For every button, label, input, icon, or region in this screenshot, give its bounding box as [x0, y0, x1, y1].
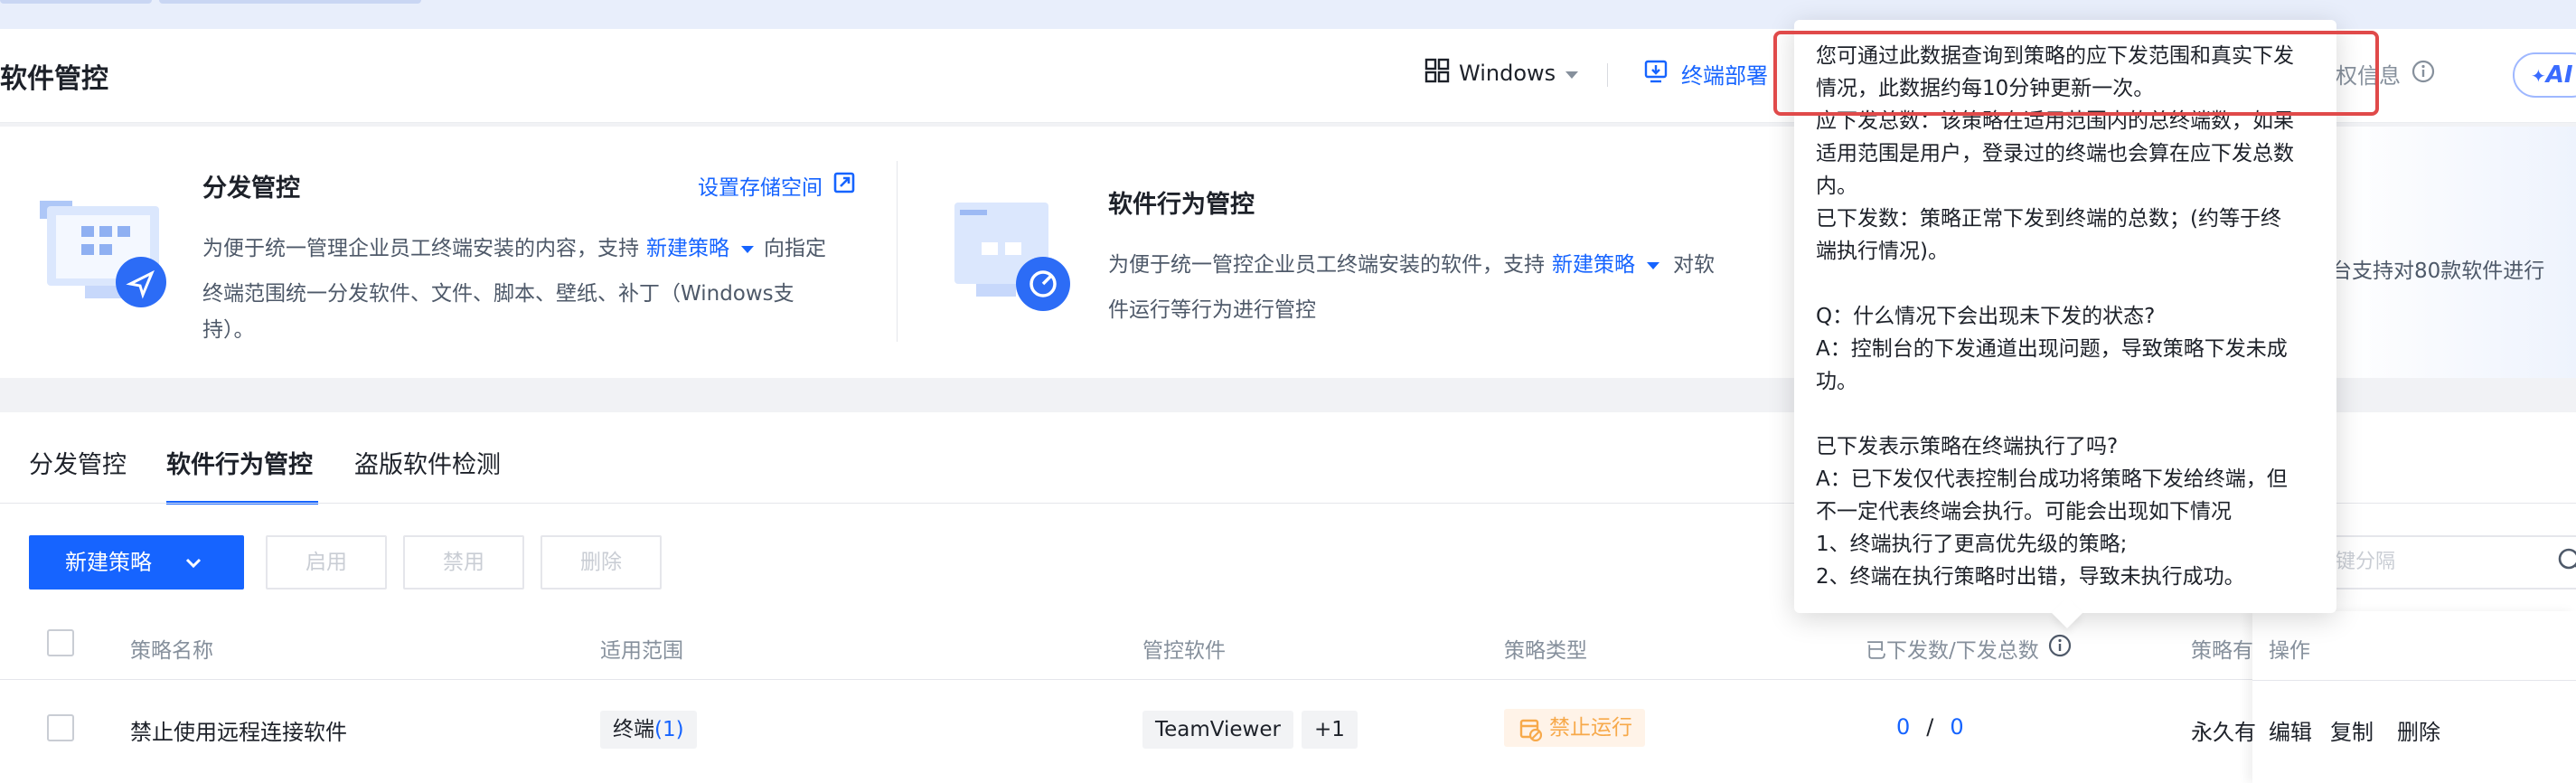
- ai-assistant-button[interactable]: ✦AI: [2513, 52, 2576, 98]
- block-run-icon: [1518, 716, 1543, 754]
- enable-button[interactable]: 启用: [266, 535, 387, 590]
- caret-down-icon: [1565, 61, 1579, 86]
- top-tab-hint: [0, 0, 152, 4]
- ai-label: AI: [2545, 61, 2573, 89]
- th-actions: 操作: [2269, 639, 2310, 663]
- os-select-label: Windows: [1459, 61, 1556, 86]
- tooltip-line: 内。: [1816, 175, 1857, 198]
- tooltip-line: 端执行情况)。: [1816, 240, 1949, 263]
- new-policy-label: 新建策略: [65, 550, 152, 575]
- behavior-desc-line2: 件运行等行为进行管控: [1108, 298, 1316, 322]
- sent-count[interactable]: 0: [1896, 714, 1910, 740]
- storage-settings-label: 设置存储空间: [698, 176, 823, 200]
- row-checkbox[interactable]: [47, 714, 74, 741]
- th-validity: 策略有: [2191, 639, 2253, 663]
- tooltip-line: A：控制台的下发通道出现问题，导致策略下发未成: [1816, 337, 2288, 361]
- caret-down-icon: [740, 226, 755, 271]
- tab-piracy-detection[interactable]: 盗版软件检测: [354, 445, 501, 480]
- header-divider: [1607, 63, 1608, 87]
- scope-tag: 终端(1): [600, 711, 697, 749]
- tooltip-line: 2、终端在执行策略时出错，导致未执行成功。: [1816, 565, 2245, 589]
- page-title: 软件管控: [0, 63, 108, 95]
- partial-card: [2337, 127, 2576, 378]
- behavior-card-desc: 为便于统一管控企业员工终端安装的软件，支持 新建策略 对软 件运行等行为进行管控: [1108, 242, 1759, 333]
- highlight-box: [1773, 31, 2379, 116]
- th-policy-type: 策略类型: [1504, 639, 1587, 663]
- policy-type-badge: 禁止运行: [1504, 709, 1645, 747]
- info-icon[interactable]: [2048, 634, 2072, 663]
- software-more-tag[interactable]: +1: [1302, 711, 1358, 749]
- behavior-card-title: 软件行为管控: [1108, 191, 1255, 219]
- tooltip-line: 已下发表示策略在终端执行了吗?: [1816, 435, 2119, 458]
- partial-card-text: 平台支持对80款软件进行: [2310, 259, 2545, 283]
- sent-separator: /: [1926, 714, 1934, 740]
- distribution-desc-text: 为便于统一管理企业员工终端安装的内容，支持: [202, 237, 639, 260]
- behavior-illustration-icon: [949, 197, 1085, 315]
- scope-label: 终端: [613, 718, 654, 741]
- distribution-new-policy-link[interactable]: 新建策略: [646, 226, 729, 271]
- tooltip-line: A：已下发仅代表控制台成功将策略下发给终端，但: [1816, 467, 2288, 491]
- th-policy-name: 策略名称: [130, 639, 213, 663]
- delete-button[interactable]: 删除: [541, 535, 662, 590]
- edit-link[interactable]: 编辑: [2269, 714, 2312, 746]
- external-link-icon: [833, 172, 855, 199]
- terminal-deploy-label: 终端部署: [1681, 63, 1768, 89]
- behavior-new-policy-link[interactable]: 新建策略: [1552, 242, 1635, 288]
- th-sent-count: 已下发数/下发总数: [1866, 633, 2072, 664]
- policy-type-label: 禁止运行: [1549, 716, 1632, 740]
- top-tab-hint: [159, 0, 421, 4]
- distribution-desc-line3: 持）。: [202, 318, 255, 342]
- distribution-card-title: 分发管控: [202, 175, 300, 203]
- scope-count[interactable]: (1): [654, 718, 684, 741]
- th-software: 管控软件: [1142, 639, 1226, 663]
- tooltip-spacer: [1816, 398, 2318, 430]
- policy-name: 禁止使用远程连接软件: [130, 720, 347, 745]
- storage-settings-link[interactable]: 设置存储空间: [698, 170, 855, 201]
- tab-distribution[interactable]: 分发管控: [29, 445, 127, 480]
- tooltip-line: 1、终端执行了更高优先级的策略;: [1816, 533, 2128, 556]
- search-placeholder: 键分隔: [2336, 551, 2396, 573]
- card-divider: [897, 161, 898, 342]
- new-policy-button[interactable]: 新建策略: [29, 535, 244, 590]
- distribution-illustration-icon: [34, 195, 170, 313]
- sent-count-cell: 0 / 0: [1896, 714, 1964, 740]
- os-select[interactable]: Windows: [1424, 58, 1579, 89]
- tooltip-line: 功。: [1816, 370, 1857, 393]
- table-header: [0, 611, 2576, 680]
- copy-link[interactable]: 复制: [2330, 714, 2374, 746]
- sparkle-icon: ✦: [2531, 65, 2546, 87]
- delete-link[interactable]: 删除: [2397, 714, 2440, 746]
- distribution-desc-line2: 终端范围统一分发软件、文件、脚本、壁纸、补丁（Windows支: [202, 282, 794, 306]
- terminal-deploy-link[interactable]: 终端部署: [1643, 58, 1768, 90]
- select-all-checkbox[interactable]: [47, 629, 74, 656]
- windows-icon: [1424, 58, 1450, 89]
- info-icon: [2411, 60, 2435, 89]
- behavior-desc-text-after: 对软: [1673, 253, 1715, 277]
- disable-button[interactable]: 禁用: [403, 535, 524, 590]
- tab-behavior[interactable]: 软件行为管控: [166, 445, 313, 480]
- behavior-desc-text: 为便于统一管控企业员工终端安装的软件，支持: [1108, 253, 1545, 277]
- row-divider: [2252, 680, 2576, 681]
- tooltip-line: 不一定代表终端会执行。可能会出现如下情况: [1816, 500, 2232, 524]
- distribution-card-desc: 为便于统一管理企业员工终端安装的内容，支持 新建策略 向指定 终端范围统一分发软…: [202, 226, 889, 344]
- caret-down-icon: [1646, 242, 1660, 288]
- tooltip-line: 已下发数：策略正常下发到终端的总数；(约等于终: [1816, 207, 2281, 231]
- tooltip-spacer: [1816, 268, 2318, 300]
- th-scope: 适用范围: [600, 639, 683, 663]
- software-tag: TeamViewer: [1142, 711, 1293, 749]
- distribution-desc-text-after: 向指定: [764, 237, 826, 260]
- search-icon[interactable]: [2556, 548, 2576, 579]
- validity-cell: 永久有: [2191, 720, 2256, 745]
- th-sent-count-label: 已下发数/下发总数: [1866, 639, 2039, 663]
- tooltip-line: Q：什么情况下会出现未下发的状态?: [1816, 305, 2156, 328]
- chevron-down-icon: [184, 550, 202, 575]
- tooltip-line: 适用范围是用户，登录过的终端也会算在应下发总数: [1816, 142, 2294, 165]
- monitor-download-icon: [1643, 59, 1669, 90]
- total-count[interactable]: 0: [1950, 714, 1963, 740]
